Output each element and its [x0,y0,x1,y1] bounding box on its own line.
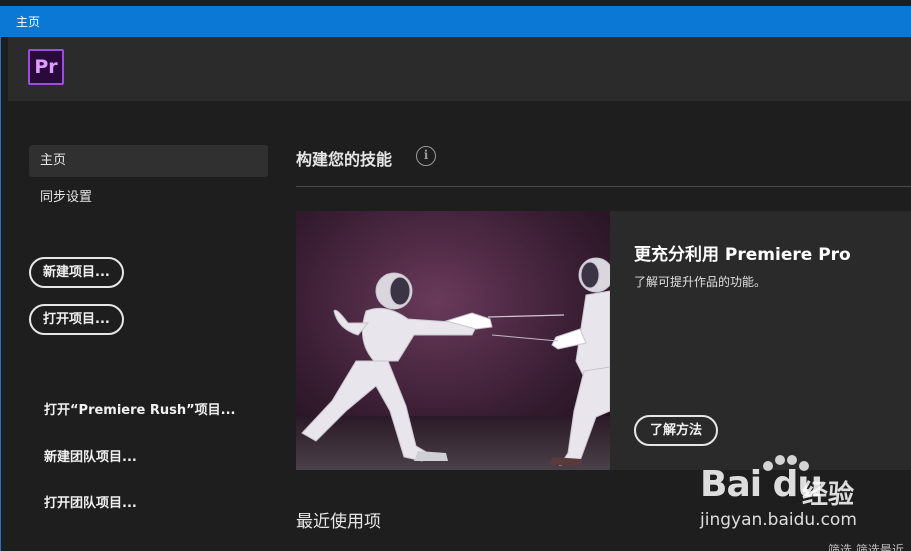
section-title: 构建您的技能 [296,150,393,169]
learn-how-button[interactable]: 了解方法 [634,415,719,446]
fencing-image [296,211,610,470]
logo-text: Pr [34,56,58,78]
window-title: 主页 [16,15,41,29]
card-description: 了解可提升作品的功能。 [634,275,767,289]
watermark-url: jingyan.baidu.com [700,510,857,530]
open-project-button[interactable]: 打开项目... [29,304,124,335]
app-header: Pr [8,37,911,101]
new-project-button[interactable]: 新建项目... [29,257,124,288]
learn-card: 更充分利用 Premiere Pro 了解可提升作品的功能。 了解方法 [296,211,911,470]
sidebar-item-sync-settings[interactable]: 同步设置 [29,182,268,214]
sidebar-item-home[interactable]: 主页 [29,145,268,177]
new-team-project-link[interactable]: 新建团队项目... [44,446,137,465]
baidu-watermark: Bai du 经验 jingyan.baidu.com [700,454,900,534]
open-team-project-link[interactable]: 打开团队项目... [44,492,137,511]
filter-text[interactable]: 筛选 筛选最近 [828,541,904,551]
window-titlebar: 主页 [0,6,911,37]
recent-title: 最近使用项 [296,512,381,532]
info-icon[interactable]: i [416,146,436,166]
premiere-logo-icon: Pr [28,49,64,85]
watermark-product: 经验 [802,480,855,510]
open-rush-project-link[interactable]: 打开“Premiere Rush”项目... [44,399,236,418]
section-divider [296,186,911,187]
card-title: 更充分利用 Premiere Pro [634,245,851,265]
